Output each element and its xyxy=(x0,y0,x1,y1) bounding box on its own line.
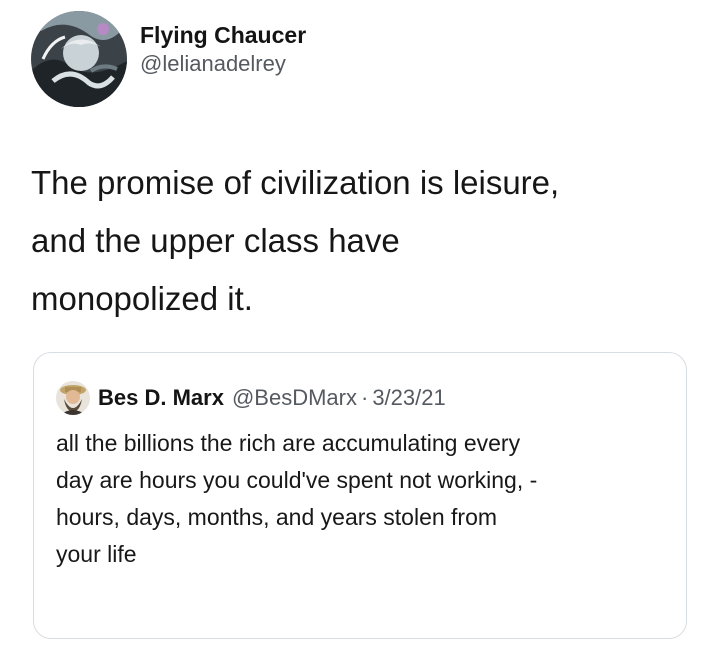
quoted-text-line: day are hours you could've spent not wor… xyxy=(56,467,538,493)
author-display-name[interactable]: Flying Chaucer xyxy=(140,20,306,50)
quoted-tweet-date[interactable]: 3/23/21 xyxy=(372,385,445,411)
tweet-text-line: monopolized it. xyxy=(31,280,253,317)
tweet-card: Flying Chaucer @lelianadelrey The promis… xyxy=(0,0,720,655)
tweet-text: The promise of civilization is leisure, … xyxy=(31,154,701,328)
quoted-author-handle[interactable]: @BesDMarx xyxy=(232,385,357,411)
quoted-tweet-header: Bes D. Marx @BesDMarx · 3/23/21 xyxy=(56,381,446,415)
quoted-author-display-name[interactable]: Bes D. Marx xyxy=(98,385,224,411)
tweet-text-line: The promise of civilization is leisure, xyxy=(31,164,560,201)
quoted-text-line: your life xyxy=(56,541,137,567)
quoted-text-line: all the billions the rich are accumulati… xyxy=(56,430,521,456)
meta-separator: · xyxy=(360,385,369,410)
quoted-tweet-text: all the billions the rich are accumulati… xyxy=(56,425,676,573)
avatar-artwork-icon xyxy=(31,11,127,107)
quoted-author-avatar[interactable] xyxy=(56,381,90,415)
tweet-header: Flying Chaucer @lelianadelrey xyxy=(31,11,306,107)
quoted-tweet-card[interactable]: Bes D. Marx @BesDMarx · 3/23/21 all the … xyxy=(33,352,687,639)
author-avatar[interactable] xyxy=(31,11,127,107)
quoted-text-line: hours, days, months, and years stolen fr… xyxy=(56,504,498,530)
tweet-text-line: and the upper class have xyxy=(31,222,400,259)
avatar-bearded-man-icon xyxy=(56,381,90,415)
author-names: Flying Chaucer @lelianadelrey xyxy=(140,20,306,78)
author-handle[interactable]: @lelianadelrey xyxy=(140,50,306,78)
